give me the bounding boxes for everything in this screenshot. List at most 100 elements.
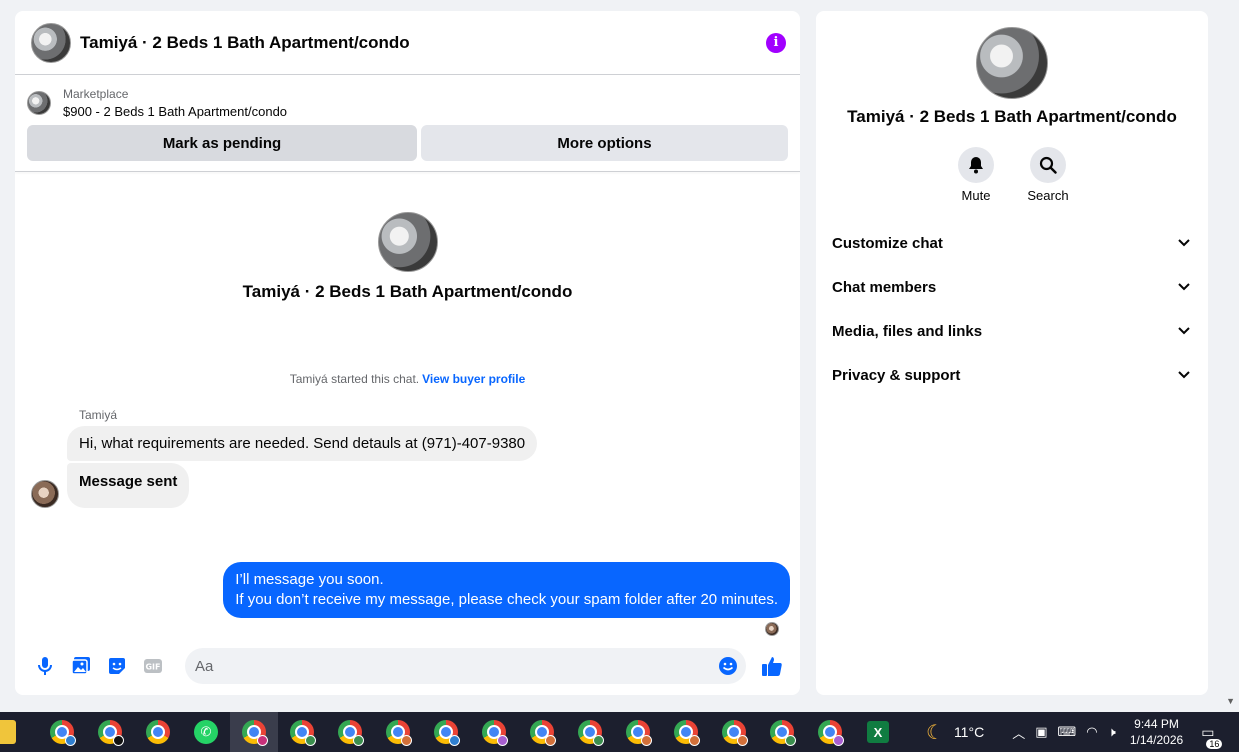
taskbar-chrome-app[interactable]	[758, 712, 806, 752]
listing-price-title: $900 - 2 Beds 1 Bath Apartment/condo	[63, 104, 288, 119]
side-menu: Customize chat Chat members Media, files…	[816, 221, 1208, 397]
mark-as-pending-button[interactable]: Mark as pending	[27, 125, 417, 161]
taskbar-chrome-app[interactable]	[662, 712, 710, 752]
chevron-up-icon[interactable]: ︿	[1012, 723, 1025, 742]
taskbar-chrome-group	[230, 712, 854, 752]
wifi-icon[interactable]: ◠	[1086, 724, 1097, 740]
sticker-icon[interactable]	[105, 654, 129, 678]
profile-badge	[833, 735, 844, 746]
side-item-label: Chat members	[832, 278, 937, 296]
chevron-down-icon	[1176, 279, 1192, 295]
chat-panel: Tamiyá · 2 Beds 1 Bath Apartment/condo i…	[15, 11, 800, 695]
chat-started-notice: Tamiyá started this chat. View buyer prof…	[15, 372, 800, 386]
language-icon[interactable]: ⌨	[1058, 724, 1077, 740]
conversation-details-panel: Tamiyá · 2 Beds 1 Bath Apartment/condo M…	[816, 11, 1208, 695]
taskbar-chrome-app[interactable]	[806, 712, 854, 752]
outgoing-message-line: I’ll message you soon.	[235, 571, 384, 588]
mute-button[interactable]: Mute	[953, 147, 999, 203]
sender-avatar[interactable]	[31, 480, 59, 508]
started-text: Tamiyá started this chat.	[289, 372, 420, 386]
bell-icon	[969, 157, 983, 174]
listing-actions: Mark as pending More options	[15, 121, 800, 161]
incoming-message[interactable]: Message sent	[67, 463, 190, 508]
microphone-icon[interactable]	[33, 654, 57, 678]
profile-badge	[497, 735, 508, 746]
marketplace-listing[interactable]: Marketplace $900 - 2 Beds 1 Bath Apartme…	[15, 75, 800, 121]
taskbar-chrome-app[interactable]	[470, 712, 518, 752]
profile-badge	[641, 735, 652, 746]
sender-name: Tamiyá	[79, 408, 118, 422]
emoji-icon[interactable]	[718, 656, 738, 676]
weather-widget[interactable]: ☾ 11°C	[926, 720, 984, 745]
taskbar-chrome-app[interactable]	[326, 712, 374, 752]
taskbar-chrome-app[interactable]	[422, 712, 470, 752]
thumbs-up-icon[interactable]	[760, 654, 784, 678]
chat-members-item[interactable]: Chat members	[824, 265, 1200, 309]
message-input[interactable]	[195, 657, 718, 675]
side-item-label: Media, files and links	[832, 322, 983, 340]
intro-name: Tamiyá · 2 Beds 1 Bath Apartment/condo	[242, 282, 573, 301]
side-actions: Mute Search	[816, 147, 1208, 203]
profile-badge	[65, 735, 76, 746]
privacy-support-item[interactable]: Privacy & support	[824, 353, 1200, 397]
taskbar-chrome-app[interactable]	[518, 712, 566, 752]
weather-temp: 11°C	[953, 724, 985, 740]
taskbar-chrome-app[interactable]	[614, 712, 662, 752]
profile-badge	[113, 735, 124, 746]
media-files-links-item[interactable]: Media, files and links	[824, 309, 1200, 353]
mute-label: Mute	[961, 188, 991, 203]
view-buyer-profile-link[interactable]: View buyer profile	[422, 372, 525, 386]
chat-header: Tamiyá · 2 Beds 1 Bath Apartment/condo i	[15, 11, 800, 75]
incoming-message[interactable]: Hi, what requirements are needed. Send d…	[67, 426, 538, 461]
side-item-label: Privacy & support	[832, 366, 961, 384]
chevron-down-icon	[1176, 323, 1192, 339]
more-options-button[interactable]: More options	[421, 125, 788, 161]
scrollbar-down-arrow[interactable]: ▼	[1226, 696, 1235, 706]
chat-avatar[interactable]	[31, 22, 71, 63]
chrome-icon	[146, 720, 170, 744]
outgoing-message-line: If you don’t receive my message, please …	[235, 591, 778, 608]
taskbar-whatsapp-app[interactable]: ✆	[182, 712, 230, 752]
notification-icon[interactable]: ▭ 16	[1201, 724, 1223, 749]
search-icon	[1039, 156, 1057, 174]
taskbar-chrome-app[interactable]	[710, 712, 758, 752]
customize-chat-item[interactable]: Customize chat	[824, 221, 1200, 265]
taskbar-chrome-app[interactable]	[86, 712, 134, 752]
message-row: Message sent	[15, 463, 800, 508]
side-name: Tamiyá · 2 Beds 1 Bath Apartment/condo	[847, 107, 1177, 126]
system-tray: ︿ ▣ ⌨ ◠ 🕨	[1012, 723, 1116, 742]
taskbar-chrome-app[interactable]	[278, 712, 326, 752]
taskbar-chrome-app[interactable]	[134, 712, 182, 752]
intro-avatar[interactable]	[377, 212, 438, 272]
volume-muted-icon[interactable]: 🕨	[1108, 724, 1116, 740]
profile-badge	[689, 735, 700, 746]
moon-icon: ☾	[926, 721, 944, 744]
seen-indicator	[15, 622, 800, 636]
photo-icon[interactable]	[69, 654, 93, 678]
search-button[interactable]: Search	[1025, 147, 1071, 203]
profile-badge	[545, 735, 556, 746]
file-explorer-icon[interactable]	[0, 720, 16, 744]
info-icon[interactable]: i	[766, 32, 786, 53]
taskbar-excel-app[interactable]: X	[854, 712, 902, 752]
marketplace-label: Marketplace	[63, 87, 129, 101]
side-avatar[interactable]	[976, 27, 1048, 99]
taskbar-chrome-app[interactable]	[38, 712, 86, 752]
outgoing-message[interactable]: I’ll message you soon. If you don’t rece…	[223, 562, 790, 618]
divider	[15, 171, 800, 172]
chat-title[interactable]: Tamiyá · 2 Beds 1 Bath Apartment/condo	[80, 33, 766, 53]
chat-intro: Tamiyá · 2 Beds 1 Bath Apartment/condo	[15, 212, 800, 302]
excel-icon: X	[867, 721, 889, 743]
search-label: Search	[1027, 188, 1069, 203]
clock-date: 1/14/2026	[1129, 733, 1184, 747]
gif-icon[interactable]: GIF	[141, 654, 165, 678]
taskbar-chrome-app[interactable]	[230, 712, 278, 752]
outgoing-message-row: I’ll message you soon. If you don’t rece…	[15, 562, 800, 618]
meet-icon[interactable]: ▣	[1035, 724, 1047, 740]
taskbar-chrome-app[interactable]	[374, 712, 422, 752]
clock[interactable]: 9:44 PM 1/14/2026	[1130, 716, 1183, 748]
side-item-label: Customize chat	[832, 234, 943, 252]
profile-badge	[257, 735, 268, 746]
profile-badge	[449, 735, 460, 746]
taskbar-chrome-app[interactable]	[566, 712, 614, 752]
